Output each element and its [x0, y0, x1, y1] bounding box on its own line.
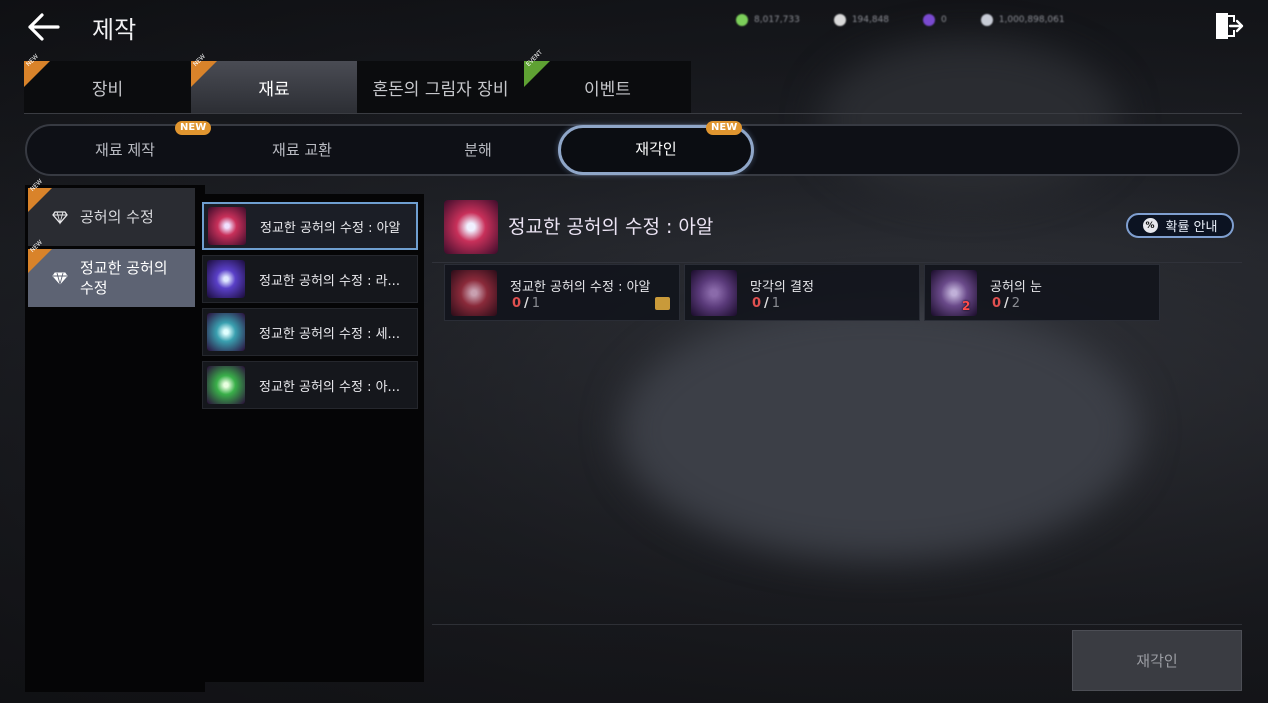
back-arrow-icon[interactable]: [26, 12, 60, 42]
crystal-icon: [444, 200, 498, 254]
list-item[interactable]: 정교한 공허의 수정 : 라...: [202, 255, 418, 303]
crystal-shard-icon: [691, 270, 737, 316]
crystal-icon: [207, 313, 245, 351]
crystal-icon: [207, 366, 245, 404]
detail-header: 정교한 공허의 수정 : 아알 % 확률 안내: [444, 200, 1242, 256]
page-title: 제작: [92, 16, 137, 44]
tab-equipment[interactable]: NEW 장비: [24, 53, 191, 113]
tab-disassemble[interactable]: 분해: [383, 126, 573, 174]
diamond-icon: [52, 211, 68, 225]
main-tab-bar: NEW 장비 NEW 재료 혼돈의 그림자 장비 EVENT 이벤트: [24, 49, 691, 113]
material-slot[interactable]: 망각의 결정 0/1: [684, 264, 920, 321]
probability-info-button[interactable]: % 확률 안내: [1126, 213, 1234, 238]
currency-purple: 0: [923, 14, 947, 26]
crystal-icon: [207, 260, 245, 298]
divider: [432, 262, 1242, 263]
swap-icon[interactable]: [655, 297, 670, 310]
item-list: 정교한 공허의 수정 : 아알 정교한 공허의 수정 : 라... 정교한 공허…: [198, 194, 424, 682]
new-corner-badge: NEW: [191, 53, 217, 87]
currency-silver: 1,000,898,061: [980, 14, 1065, 26]
silver-coin-icon: [980, 14, 993, 26]
crystal-icon: [208, 207, 246, 245]
detail-title: 정교한 공허의 수정 : 아알: [508, 216, 714, 238]
material-slot[interactable]: 정교한 공허의 수정 : 아알 0/1: [444, 264, 680, 321]
category-panel: NEW 공허의 수정 NEW 정교한 공허의 수정: [25, 178, 205, 692]
list-item[interactable]: 정교한 공허의 수정 : 아알: [202, 202, 418, 250]
new-badge: NEW: [706, 121, 743, 135]
green-gem-icon: [736, 14, 748, 26]
category-void-crystal[interactable]: NEW 공허의 수정: [28, 178, 195, 246]
list-item[interactable]: 정교한 공허의 수정 : 세...: [202, 308, 418, 356]
currency-green: 8,017,733: [736, 14, 800, 26]
currency-white: 194,848: [833, 14, 889, 26]
new-badge: NEW: [175, 121, 212, 135]
category-refined-void-crystal[interactable]: NEW 정교한 공허의 수정: [28, 239, 195, 307]
material-list: 정교한 공허의 수정 : 아알 0/1 망각의 결정 0/1 2 공허의 눈 0…: [444, 264, 1160, 321]
new-corner-badge: NEW: [24, 53, 50, 87]
tab-event[interactable]: EVENT 이벤트: [524, 49, 691, 113]
diamond-icon: [52, 272, 68, 286]
material-slot[interactable]: 2 공허의 눈 0/2: [924, 264, 1160, 321]
percent-icon: %: [1142, 218, 1158, 233]
event-corner-badge: EVENT: [524, 49, 550, 87]
tab-material-exchange[interactable]: 재료 교환: [207, 126, 397, 174]
white-coin-icon: [833, 14, 846, 26]
tab-materials[interactable]: NEW 재료: [191, 53, 357, 113]
divider: [24, 113, 1242, 114]
purple-crystal-icon: [923, 14, 936, 26]
exit-icon[interactable]: [1212, 10, 1244, 42]
material-count: 0/1: [752, 296, 781, 311]
top-bar: 제작 8,017,733 194,848 0 1,000,898,061: [0, 0, 1268, 54]
reengrave-button[interactable]: 재각인: [1072, 630, 1242, 691]
new-corner-badge: NEW: [28, 178, 52, 212]
material-count: 0/2: [992, 296, 1021, 311]
currency-bar: 8,017,733 194,848 0 1,000,898,061: [736, 14, 1065, 26]
crystal-icon: [451, 270, 497, 316]
background-rock: [620, 300, 1140, 560]
divider: [432, 624, 1242, 625]
material-count: 0/1: [512, 296, 541, 311]
background-tree: [820, 40, 1120, 200]
list-item[interactable]: 정교한 공허의 수정 : 아...: [202, 361, 418, 409]
tab-chaos-shadow-equipment[interactable]: 혼돈의 그림자 장비: [357, 61, 524, 113]
new-corner-badge: NEW: [28, 239, 52, 273]
quantity-badge: 2: [962, 299, 971, 313]
